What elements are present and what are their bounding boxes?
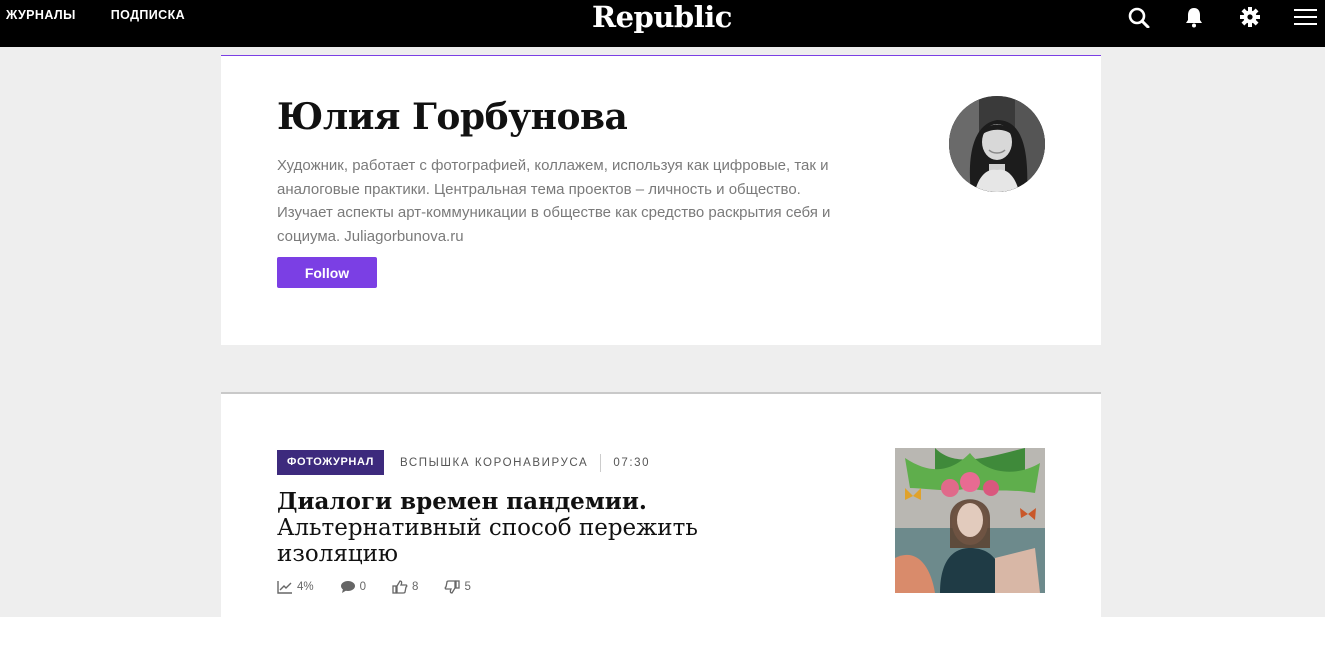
content-area: Юлия Горбунова Художник, работает с фото… <box>0 47 1325 617</box>
article-tag[interactable]: ФОТОЖУРНАЛ <box>277 450 384 475</box>
stat-likes[interactable]: 8 <box>392 580 418 594</box>
author-profile-card: Юлия Горбунова Художник, работает с фото… <box>221 55 1101 345</box>
stat-comments[interactable]: 0 <box>340 580 366 594</box>
article-time: 07:30 <box>613 456 651 469</box>
author-bio: Художник, работает с фотографией, коллаж… <box>277 157 831 245</box>
site-logo[interactable]: Republic <box>592 0 732 34</box>
dislikes-count: 5 <box>464 581 471 593</box>
article-title-sub: Альтернативный способ пережить изоляцию <box>277 515 698 567</box>
comments-count: 0 <box>359 581 367 593</box>
meta-divider <box>600 453 602 472</box>
top-bar: ЖУРНАЛЫ ПОДПИСКА Republic <box>0 0 1325 47</box>
article-title[interactable]: Диалоги времен пандемии. Альтернативный … <box>277 488 757 568</box>
thumbs-down-icon <box>445 580 461 594</box>
article-meta: ФОТОЖУРНАЛ ВСПЫШКА КОРОНАВИРУСА 07:30 <box>277 450 650 475</box>
top-nav: ЖУРНАЛЫ ПОДПИСКА <box>6 8 185 22</box>
nav-link-subscription[interactable]: ПОДПИСКА <box>111 8 185 22</box>
nav-link-journals[interactable]: ЖУРНАЛЫ <box>6 8 76 22</box>
author-name: Юлия Горбунова <box>277 96 628 138</box>
follow-button[interactable]: Follow <box>277 257 377 288</box>
article-title-main: Диалоги времен пандемии. <box>277 488 647 515</box>
article-rubric[interactable]: ВСПЫШКА КОРОНАВИРУСА <box>400 457 588 469</box>
comment-icon <box>340 581 355 593</box>
author-avatar <box>949 96 1045 192</box>
menu-icon[interactable] <box>1293 6 1317 28</box>
search-icon[interactable] <box>1127 6 1151 29</box>
stat-views: 4% <box>277 580 314 594</box>
likes-count: 8 <box>412 581 419 593</box>
gear-icon[interactable] <box>1238 6 1262 28</box>
article-stats: 4% 0 8 5 <box>277 580 471 594</box>
trend-icon <box>277 581 292 594</box>
views-value: 4% <box>297 581 314 593</box>
stat-dislikes[interactable]: 5 <box>444 580 471 594</box>
thumbs-up-icon <box>392 580 408 594</box>
article-thumbnail[interactable] <box>895 448 1045 593</box>
article-card: ФОТОЖУРНАЛ ВСПЫШКА КОРОНАВИРУСА 07:30 Ди… <box>221 392 1101 617</box>
bell-icon[interactable] <box>1182 6 1206 28</box>
